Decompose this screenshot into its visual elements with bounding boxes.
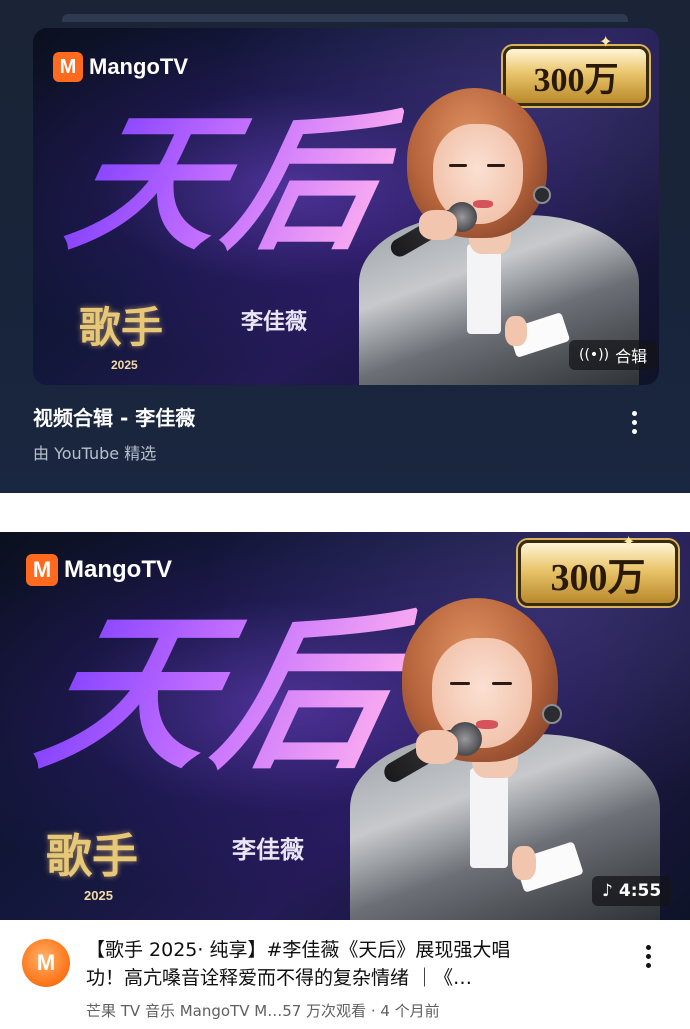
more-options-icon[interactable]	[622, 404, 646, 440]
mangotv-mark-icon: M	[26, 554, 58, 586]
channel-avatar-mark: M	[36, 950, 56, 975]
singer-image	[340, 594, 680, 920]
playlist-thumbnail[interactable]: M MangoTV 300万 ✦ 天后 李佳薇 歌手 2025 ((•)) 合辑	[33, 28, 659, 385]
video-title-line-2: 功！高亢嗓音诠释爱而不得的复杂情绪 ｜《…	[86, 967, 473, 989]
playlist-chip: ((•)) 合辑	[569, 340, 658, 370]
playlist-chip-label: 合辑	[615, 347, 648, 366]
video-title-line-1: 【歌手 2025· 纯享】#李佳薇《天后》展现强大唱	[86, 939, 511, 961]
playlist-title[interactable]: 视频合辑 - 李佳薇	[33, 402, 195, 431]
duration-badge: ♪ 4:55	[592, 876, 672, 906]
show-logo: 歌手	[79, 303, 164, 352]
show-logo: 歌手	[46, 829, 138, 883]
video-thumbnail[interactable]: M MangoTV 300万 ✦ 天后 李佳薇 歌手 2025 ♪ 4:55	[0, 532, 690, 920]
mangotv-logo-text: MangoTV	[64, 556, 172, 583]
video-duration: 4:55	[618, 881, 662, 901]
music-note-icon: ♪	[602, 881, 613, 901]
video-title[interactable]: 【歌手 2025· 纯享】#李佳薇《天后》展现强大唱 功！高亢嗓音诠释爱而不得的…	[86, 936, 626, 992]
artist-name-graphic: 李佳薇	[241, 309, 308, 335]
show-year: 2025	[111, 358, 138, 372]
sparkle-icon: ✦	[599, 32, 613, 51]
playlist-card[interactable]: M MangoTV 300万 ✦ 天后 李佳薇 歌手 2025 ((•)) 合辑…	[0, 0, 690, 493]
playlist-subtitle: 由 YouTube 精选	[33, 444, 157, 463]
mangotv-mark-icon: M	[53, 52, 83, 82]
playlist-stack-edge	[62, 14, 628, 22]
artist-name-graphic: 李佳薇	[232, 835, 304, 864]
mangotv-logo: M MangoTV	[53, 52, 188, 82]
mangotv-logo: M MangoTV	[26, 554, 172, 586]
card-separator	[0, 493, 690, 532]
mangotv-logo-text: MangoTV	[89, 54, 188, 79]
video-metadata: 芒果 TV 音乐 MangoTV M…57 万次观看 · 4 个月前	[86, 1002, 440, 1020]
channel-avatar[interactable]: M	[22, 939, 70, 987]
sparkle-icon: ✦	[622, 532, 636, 551]
show-year: 2025	[84, 888, 113, 903]
video-more-options-icon[interactable]	[636, 938, 660, 974]
broadcast-icon: ((•))	[579, 347, 610, 363]
